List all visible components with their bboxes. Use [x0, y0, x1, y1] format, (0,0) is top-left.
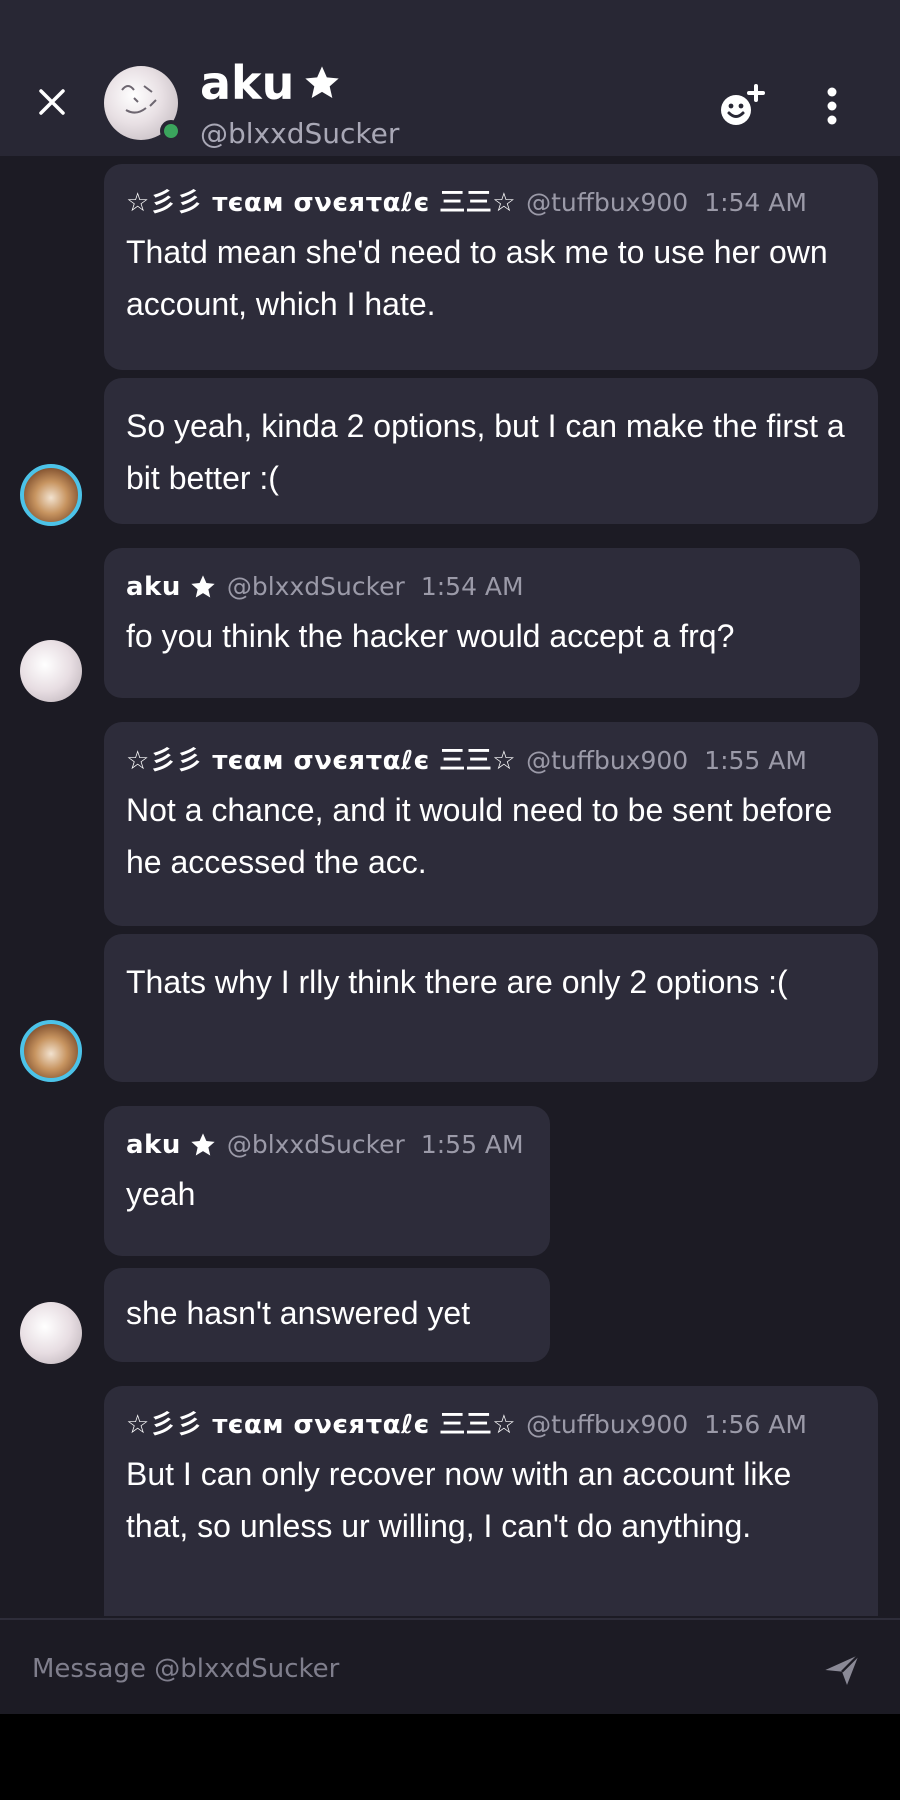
message-handle: @blxxdSucker: [226, 572, 405, 601]
message-handle: @tuffbux900: [526, 1410, 689, 1439]
avatar[interactable]: [20, 640, 82, 702]
message-bubble[interactable]: she hasn't answered yet: [104, 1268, 550, 1362]
message-text: But I can only recover now with an accou…: [126, 1456, 792, 1544]
message-author[interactable]: ☆彡彡 тєαм σνєяταℓє 三三☆: [126, 186, 516, 220]
message-bubble[interactable]: ☆彡彡 тєαм σνєяταℓє 三三☆ @tuffbux900 1:54 A…: [104, 164, 878, 370]
chat-header: aku @blxxdSucker: [0, 0, 900, 156]
message-author[interactable]: ☆彡彡 тєαм σνєяταℓє 三三☆: [126, 744, 516, 778]
message-meta: ☆彡彡 тєαм σνєяταℓє 三三☆ @tuffbux900 1:56 A…: [126, 1408, 856, 1442]
message-composer: [0, 1618, 900, 1714]
close-button[interactable]: [30, 80, 74, 124]
message-handle: @blxxdSucker: [226, 1130, 405, 1159]
message-text: fo you think the hacker would accept a f…: [126, 618, 735, 654]
message-meta: ☆彡彡 тєαм σνєяταℓє 三三☆ @tuffbux900 1:55 A…: [126, 744, 856, 778]
avatar[interactable]: [20, 1020, 82, 1082]
star-icon: [191, 575, 215, 598]
message-timestamp: 1:56 AM: [704, 1410, 807, 1439]
add-friend-icon: [721, 84, 765, 125]
message-handle: @tuffbux900: [526, 188, 689, 217]
message-author[interactable]: aku: [126, 1128, 181, 1162]
message-timestamp: 1:54 AM: [704, 188, 807, 217]
message-bubble[interactable]: ☆彡彡 тєαм σνєяταℓє 三三☆ @tuffbux900 1:55 A…: [104, 722, 878, 926]
message-text: Thatd mean she'd need to ask me to use h…: [126, 234, 828, 322]
message-bubble[interactable]: Thats why I rlly think there are only 2 …: [104, 934, 878, 1082]
message-bubble[interactable]: ☆彡彡 тєαм σνєяταℓє 三三☆ @tuffbux900 1:56 A…: [104, 1386, 878, 1616]
message-timestamp: 1:54 AM: [420, 572, 524, 601]
message-input[interactable]: [30, 1646, 794, 1692]
message-handle: @tuffbux900: [526, 746, 689, 775]
system-navigation-area: [0, 1714, 900, 1800]
message-author[interactable]: aku: [126, 570, 181, 604]
send-button[interactable]: [822, 1650, 862, 1690]
message-author[interactable]: ☆彡彡 тєαм σνєяταℓє 三三☆: [126, 1408, 516, 1442]
message-bubble[interactable]: aku @blxxdSucker 1:55 AM yeah: [104, 1106, 550, 1256]
message-meta: ☆彡彡 тєαм σνєяταℓє 三三☆ @tuffbux900 1:54 A…: [126, 186, 856, 220]
avatar[interactable]: [104, 66, 182, 142]
more-vertical-icon: [827, 87, 837, 125]
message-text: yeah: [126, 1176, 196, 1212]
star-icon: [191, 1133, 215, 1156]
avatar[interactable]: [20, 1302, 82, 1364]
user-handle: @blxxdSucker: [200, 117, 400, 150]
message-text: she hasn't answered yet: [126, 1295, 471, 1331]
star-icon: [305, 66, 340, 98]
message-bubble[interactable]: aku @blxxdSucker 1:54 AM fo you think th…: [104, 548, 860, 698]
message-text: So yeah, kinda 2 options, but I can make…: [126, 408, 845, 496]
add-friend-button[interactable]: [716, 80, 768, 132]
user-name: aku: [200, 56, 295, 110]
message-timestamp: 1:55 AM: [420, 1130, 524, 1159]
message-meta: aku @blxxdSucker 1:55 AM: [126, 1128, 528, 1162]
avatar[interactable]: [20, 464, 82, 526]
message-text: Not a chance, and it would need to be se…: [126, 792, 833, 880]
message-meta: aku @blxxdSucker 1:54 AM: [126, 570, 838, 604]
message-timestamp: 1:55 AM: [704, 746, 807, 775]
message-text: Thats why I rlly think there are only 2 …: [126, 964, 788, 1000]
message-bubble[interactable]: So yeah, kinda 2 options, but I can make…: [104, 378, 878, 524]
send-icon: [825, 1654, 860, 1685]
more-options-button[interactable]: [812, 82, 852, 134]
close-icon: [39, 89, 65, 115]
online-status-indicator: [160, 120, 182, 142]
